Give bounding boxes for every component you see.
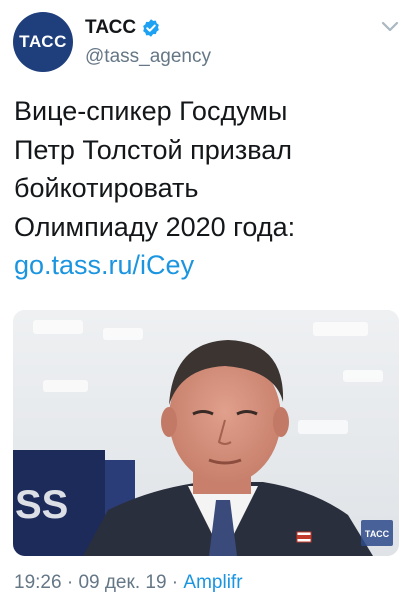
tweet-text-line: Петр Толстой призвал [14,134,293,165]
tweet-source[interactable]: Amplifr [183,572,242,593]
tweet-meta: 19:26 · 09 дек. 19 · Amplifr [14,572,243,594]
verified-badge-icon [143,19,159,37]
avatar-logo-text: ТАСС [19,32,67,51]
tweet-date[interactable]: 09 дек. 19 [78,572,166,593]
tweet-header: ТАСС ТАСС @tass_agency [0,0,411,80]
tweet-body: Вице-спикер Госдумы Петр Толстой призвал… [14,92,399,285]
tweet-text-line: бойкотировать [14,173,199,203]
avatar[interactable]: ТАСС [13,12,73,72]
tweet-link[interactable]: go.tass.ru/iCey [14,246,399,285]
name-row: ТАСС [85,17,161,39]
photo-watermark: ТАСС [365,529,390,539]
meta-separator: · [61,572,79,593]
tweet-text-line: Вице-спикер Госдумы [14,96,288,126]
tweet-text-line: Олимпиаду 2020 года: [14,211,296,242]
display-name[interactable]: ТАСС [85,17,136,39]
photo-illustration: SS ТАСС [13,310,399,556]
chevron-down-icon[interactable] [381,20,399,34]
backdrop-text: SS [15,483,68,527]
account-handle[interactable]: @tass_agency [85,46,211,68]
tweet-time[interactable]: 19:26 [14,572,62,593]
meta-separator: · [166,572,184,593]
tweet-photo[interactable]: SS ТАСС [13,310,399,556]
